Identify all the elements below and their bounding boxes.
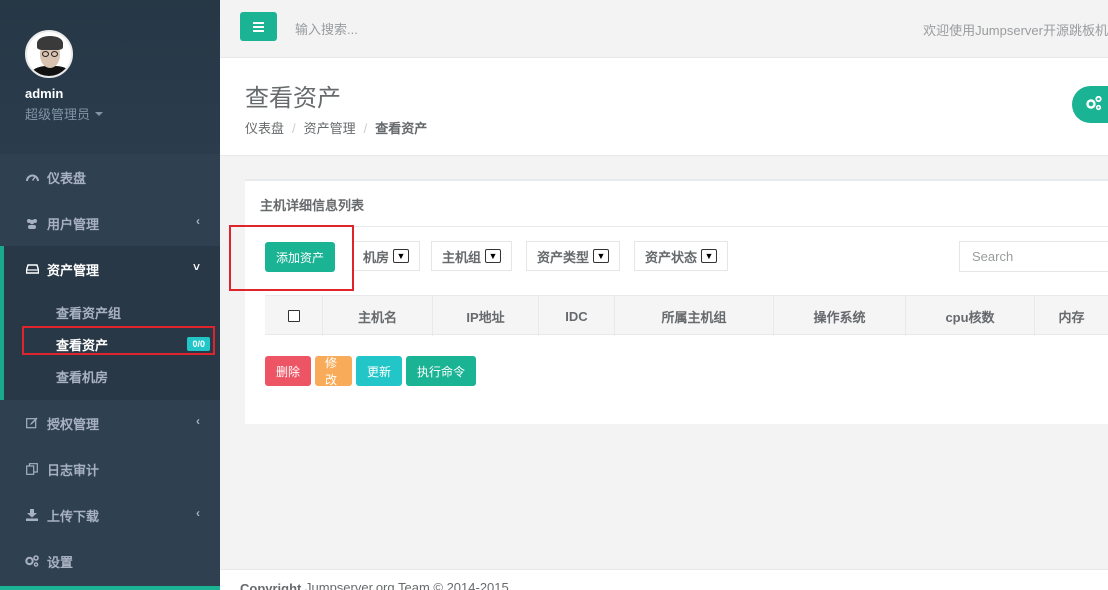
welcome-text: 欢迎使用Jumpserver开源跳板机 [923, 23, 1108, 38]
menu-toggle-button[interactable] [240, 12, 277, 41]
chevron-down-icon: ▼ [701, 249, 718, 263]
download-icon [25, 509, 39, 521]
nav-item-users[interactable]: 用户管理 ‹ [0, 200, 220, 246]
profile-name: admin [25, 86, 64, 101]
execute-command-button[interactable]: 执行命令 [406, 356, 476, 386]
select-all-cell [265, 296, 323, 336]
delete-button[interactable]: 删除 [265, 356, 311, 386]
profile-role-label: 超级管理员 [25, 107, 91, 122]
nav-label: 上传下载 [47, 508, 100, 524]
panel-title: 主机详细信息列表 [245, 181, 1108, 227]
sub-item-idc[interactable]: 查看机房 [4, 360, 220, 392]
avatar[interactable] [25, 30, 73, 78]
page-header: 查看资产 仪表盘 / 资产管理 / 查看资产 [220, 58, 1108, 156]
copyright-label: Copyright [240, 581, 302, 590]
bulk-action-buttons: 删除 修改 更新 执行命令 [265, 356, 476, 387]
sub-item-asset-groups[interactable]: 查看资产组 [4, 296, 220, 328]
breadcrumb-link-dashboard[interactable]: 仪表盘 [245, 121, 284, 136]
breadcrumb-current: 查看资产 [375, 121, 428, 136]
nav-item-dashboard[interactable]: 仪表盘 [0, 154, 220, 200]
nav-item-audit[interactable]: 日志审计 [0, 446, 220, 492]
sidebar-bottom-bar [0, 586, 220, 590]
top-navbar: 输入搜索... 欢迎使用Jumpserver开源跳板机 [220, 0, 1108, 58]
column-header[interactable]: 内存 [1035, 296, 1108, 336]
nav-label: 仪表盘 [47, 170, 87, 186]
chevron-down-icon: ˅ [192, 260, 200, 274]
page-title: 查看资产 [245, 85, 341, 112]
chevron-down-icon: ▼ [393, 249, 410, 263]
column-header[interactable]: 主机名 [323, 296, 433, 336]
filter-label: 资产状态 [645, 249, 698, 265]
breadcrumb: 仪表盘 / 资产管理 / 查看资产 [245, 121, 428, 136]
copy-icon [25, 463, 39, 475]
dashboard-icon [25, 171, 39, 183]
column-header[interactable]: IP地址 [433, 296, 539, 336]
caret-down-icon [95, 111, 104, 116]
column-header[interactable]: IDC [539, 296, 615, 336]
cogs-icon [25, 555, 39, 567]
asset-table-header: 主机名 IP地址 IDC 所属主机组 操作系统 cpu核数 内存 [265, 295, 1108, 336]
copyright-text: Jumpserver.org Team © 2014-2015 [305, 580, 509, 590]
nav-item-settings[interactable]: 设置 [0, 538, 220, 584]
sub-item-label: 查看资产组 [56, 305, 122, 321]
filter-group-select[interactable]: 主机组 ▼ [431, 241, 513, 271]
chevron-left-icon: ‹ [196, 506, 200, 520]
breadcrumb-link-assets[interactable]: 资产管理 [304, 121, 356, 136]
footer: Copyright Jumpserver.org Team © 2014-201… [220, 569, 1108, 590]
asset-search-input[interactable]: Search [959, 241, 1108, 272]
chevron-down-icon: ▼ [593, 249, 610, 263]
chevron-down-icon: ▼ [485, 249, 502, 263]
filter-label: 机房 [363, 249, 390, 265]
theme-settings-button[interactable] [1072, 86, 1108, 123]
chevron-left-icon: ‹ [196, 414, 200, 428]
asset-list-panel: 主机详细信息列表 添加资产 机房 ▼ 主机组 ▼ 资产类型 ▼ 资产状态 ▼ Searc… [245, 179, 1108, 424]
chevron-left-icon: ‹ [196, 214, 200, 228]
highlight-box [22, 326, 215, 355]
users-icon [25, 217, 39, 229]
filter-status-select[interactable]: 资产状态 ▼ [634, 241, 729, 271]
nav-label: 授权管理 [47, 416, 100, 432]
sidebar: admin 超级管理员 仪表盘 用户管理 ‹ 资产管理 ˅ 查看资产组 查看资产… [0, 0, 220, 590]
column-header[interactable]: 所属主机组 [615, 296, 774, 336]
filter-type-select[interactable]: 资产类型 ▼ [526, 241, 621, 271]
nav-label: 用户管理 [47, 216, 100, 232]
column-header[interactable]: cpu核数 [906, 296, 1035, 336]
update-button[interactable]: 更新 [356, 356, 402, 386]
sub-item-label: 查看机房 [56, 369, 109, 385]
hdd-icon [25, 263, 39, 275]
highlight-box [229, 225, 354, 291]
top-search-input[interactable]: 输入搜索... [295, 19, 358, 38]
column-header[interactable]: 操作系统 [774, 296, 906, 336]
nav-item-permissions[interactable]: 授权管理 ‹ [0, 400, 220, 446]
nav-item-assets[interactable]: 资产管理 ˅ [0, 246, 220, 292]
nav-label: 设置 [47, 554, 74, 570]
select-all-checkbox[interactable] [287, 310, 300, 322]
profile-role-dropdown[interactable]: 超级管理员 [25, 104, 220, 123]
nav-label: 日志审计 [47, 462, 100, 478]
edit-button[interactable]: 修改 [315, 356, 352, 387]
edit-icon [25, 417, 39, 429]
gears-icon [1085, 95, 1103, 115]
filter-label: 资产类型 [537, 249, 590, 265]
profile-panel: admin 超级管理员 [0, 0, 220, 154]
nav-item-upload-download[interactable]: 上传下载 ‹ [0, 492, 220, 538]
filter-label: 主机组 [442, 249, 482, 265]
filter-idc-select[interactable]: 机房 ▼ [352, 241, 421, 271]
nav-label: 资产管理 [47, 262, 100, 278]
